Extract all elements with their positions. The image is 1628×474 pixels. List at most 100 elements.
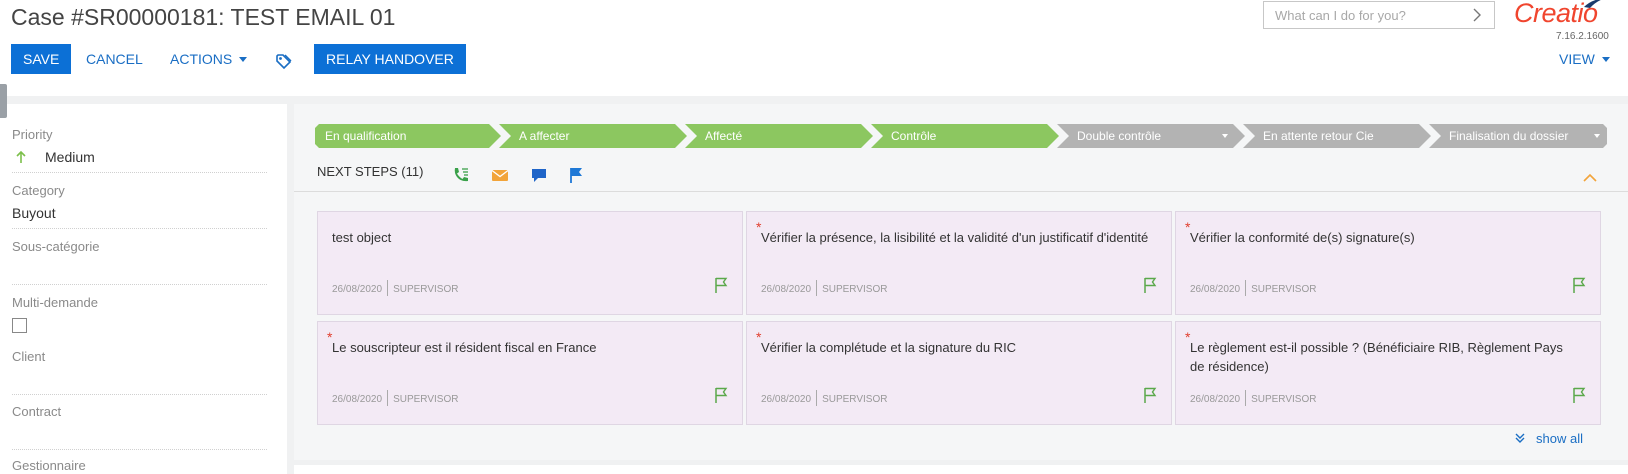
multi-demande-label: Multi-demande — [12, 295, 98, 310]
page-header: Case #SR00000181: TEST EMAIL 01 Creatio … — [0, 0, 1628, 96]
chevron-up-icon[interactable] — [1582, 173, 1598, 183]
task-meta: 26/08/2020 SUPERVISOR — [332, 390, 458, 406]
field-divider — [12, 228, 267, 229]
task-meta: 26/08/2020 SUPERVISOR — [1190, 390, 1316, 406]
gestionnaire-field[interactable]: Gestionnaire — [12, 458, 267, 473]
multi-demande-checkbox[interactable] — [12, 318, 27, 333]
stage-label: Finalisation du dossier — [1449, 129, 1569, 143]
task-date: 26/08/2020 — [761, 394, 812, 405]
stage-item[interactable]: Double contrôle — [1057, 124, 1245, 148]
field-divider — [12, 284, 267, 285]
view-label: VIEW — [1559, 51, 1595, 67]
command-line-input[interactable] — [1264, 2, 1459, 28]
task-card[interactable]: * Vérifier la présence, la lisibilité et… — [746, 211, 1172, 315]
flag-outline-icon[interactable] — [1572, 276, 1586, 294]
flag-outline-icon[interactable] — [1143, 386, 1157, 404]
task-card[interactable]: * Le souscripteur est il résident fiscal… — [317, 321, 743, 425]
gestionnaire-label: Gestionnaire — [12, 458, 86, 473]
tag-icon[interactable] — [276, 54, 292, 70]
show-all-label: show all — [1536, 431, 1583, 446]
app-version: 7.16.2.1600 — [1556, 31, 1609, 42]
task-title[interactable]: Vérifier la conformité de(s) signature(s… — [1190, 228, 1580, 247]
subcategory-label: Sous-catégorie — [12, 239, 100, 254]
task-card[interactable]: * Le règlement est-il possible ? (Bénéfi… — [1175, 321, 1601, 425]
caret-down-icon — [239, 56, 248, 62]
field-divider — [12, 449, 267, 450]
flag-outline-icon[interactable] — [1143, 276, 1157, 294]
logo-swoosh-icon — [1584, 0, 1601, 8]
task-meta: 26/08/2020 SUPERVISOR — [761, 390, 887, 406]
cancel-button[interactable]: CANCEL — [86, 44, 143, 74]
priority-label: Priority — [12, 127, 53, 142]
subcategory-field[interactable]: Sous-catégorie — [12, 239, 267, 285]
actions-label: ACTIONS — [170, 51, 233, 67]
stage-item[interactable]: Contrôle — [871, 124, 1059, 148]
task-date: 26/08/2020 — [1190, 284, 1241, 295]
caret-down-icon[interactable] — [1222, 134, 1228, 138]
next-steps-tab[interactable]: NEXT STEPS (11) — [317, 164, 423, 179]
flag-outline-icon[interactable] — [1572, 386, 1586, 404]
relay-handover-button[interactable]: RELAY HANDOVER — [314, 44, 466, 74]
contract-label: Contract — [12, 404, 62, 419]
contract-value — [12, 426, 267, 444]
stage-item[interactable]: En qualification — [315, 124, 501, 148]
flag-outline-icon[interactable] — [714, 386, 728, 404]
task-title[interactable]: test object — [332, 228, 722, 247]
details-panel-edge — [294, 465, 1628, 474]
flag-icon[interactable] — [568, 166, 586, 184]
task-owner: SUPERVISOR — [393, 284, 459, 295]
stage-item[interactable]: Finalisation du dossier — [1429, 124, 1607, 148]
task-owner: SUPERVISOR — [1251, 394, 1317, 405]
flag-outline-icon[interactable] — [714, 276, 728, 294]
task-date: 26/08/2020 — [1190, 394, 1241, 405]
category-label: Category — [12, 183, 65, 198]
category-field[interactable]: Category Buyout — [12, 183, 267, 229]
stage-item[interactable]: Affecté — [685, 124, 873, 148]
next-steps-divider — [294, 191, 1628, 192]
task-card[interactable]: test object 26/08/2020 SUPERVISOR — [317, 211, 743, 315]
caret-down-icon[interactable] — [1594, 134, 1600, 138]
client-value — [12, 371, 267, 389]
task-title[interactable]: Le souscripteur est il résident fiscal e… — [332, 338, 722, 357]
task-title[interactable]: Vérifier la présence, la lisibilité et l… — [761, 228, 1151, 247]
task-owner: SUPERVISOR — [822, 394, 888, 405]
task-card[interactable]: * Vérifier la conformité de(s) signature… — [1175, 211, 1601, 315]
subcategory-value — [12, 261, 267, 279]
actions-button[interactable]: ACTIONS — [170, 44, 248, 74]
task-date: 26/08/2020 — [761, 284, 812, 295]
stage-item[interactable]: En attente retour Cie — [1243, 124, 1431, 148]
task-meta: 26/08/2020 SUPERVISOR — [1190, 280, 1316, 296]
task-title[interactable]: Le règlement est-il possible ? (Bénéfici… — [1190, 338, 1580, 376]
stage-label: A affecter — [519, 129, 570, 143]
stage-label: Contrôle — [891, 129, 937, 143]
task-meta: 26/08/2020 SUPERVISOR — [332, 280, 458, 296]
priority-value: Medium — [45, 149, 95, 165]
page-title: Case #SR00000181: TEST EMAIL 01 — [11, 4, 396, 30]
client-label: Client — [12, 349, 46, 364]
task-owner: SUPERVISOR — [1251, 284, 1317, 295]
phone-call-icon[interactable] — [452, 166, 470, 184]
task-date: 26/08/2020 — [332, 284, 383, 295]
view-button[interactable]: VIEW — [1559, 44, 1610, 74]
stage-label: Double contrôle — [1077, 129, 1162, 143]
stage-label: En attente retour Cie — [1263, 129, 1374, 143]
show-all-link[interactable]: show all — [1515, 431, 1583, 446]
stage-label: Affecté — [705, 129, 743, 143]
save-button[interactable]: SAVE — [11, 44, 72, 74]
contract-field[interactable]: Contract — [12, 404, 267, 450]
task-owner: SUPERVISOR — [393, 394, 459, 405]
command-line[interactable] — [1263, 1, 1495, 29]
task-title[interactable]: Vérifier la complétude et la signature d… — [761, 338, 1151, 357]
chat-icon[interactable] — [530, 166, 548, 184]
stage-bar: En qualification A affecter Affecté Cont… — [315, 124, 1607, 148]
client-field[interactable]: Client — [12, 349, 267, 395]
stage-item[interactable]: A affecter — [499, 124, 687, 148]
category-value: Buyout — [12, 205, 56, 221]
email-icon[interactable] — [491, 166, 509, 184]
chevron-right-icon[interactable] — [1469, 6, 1485, 24]
task-card[interactable]: * Vérifier la complétude et la signature… — [746, 321, 1172, 425]
task-date: 26/08/2020 — [332, 394, 383, 405]
priority-field[interactable]: Priority Medium — [12, 127, 267, 173]
panel-resize-handle[interactable] — [0, 84, 7, 118]
arrow-up-icon — [16, 150, 26, 163]
